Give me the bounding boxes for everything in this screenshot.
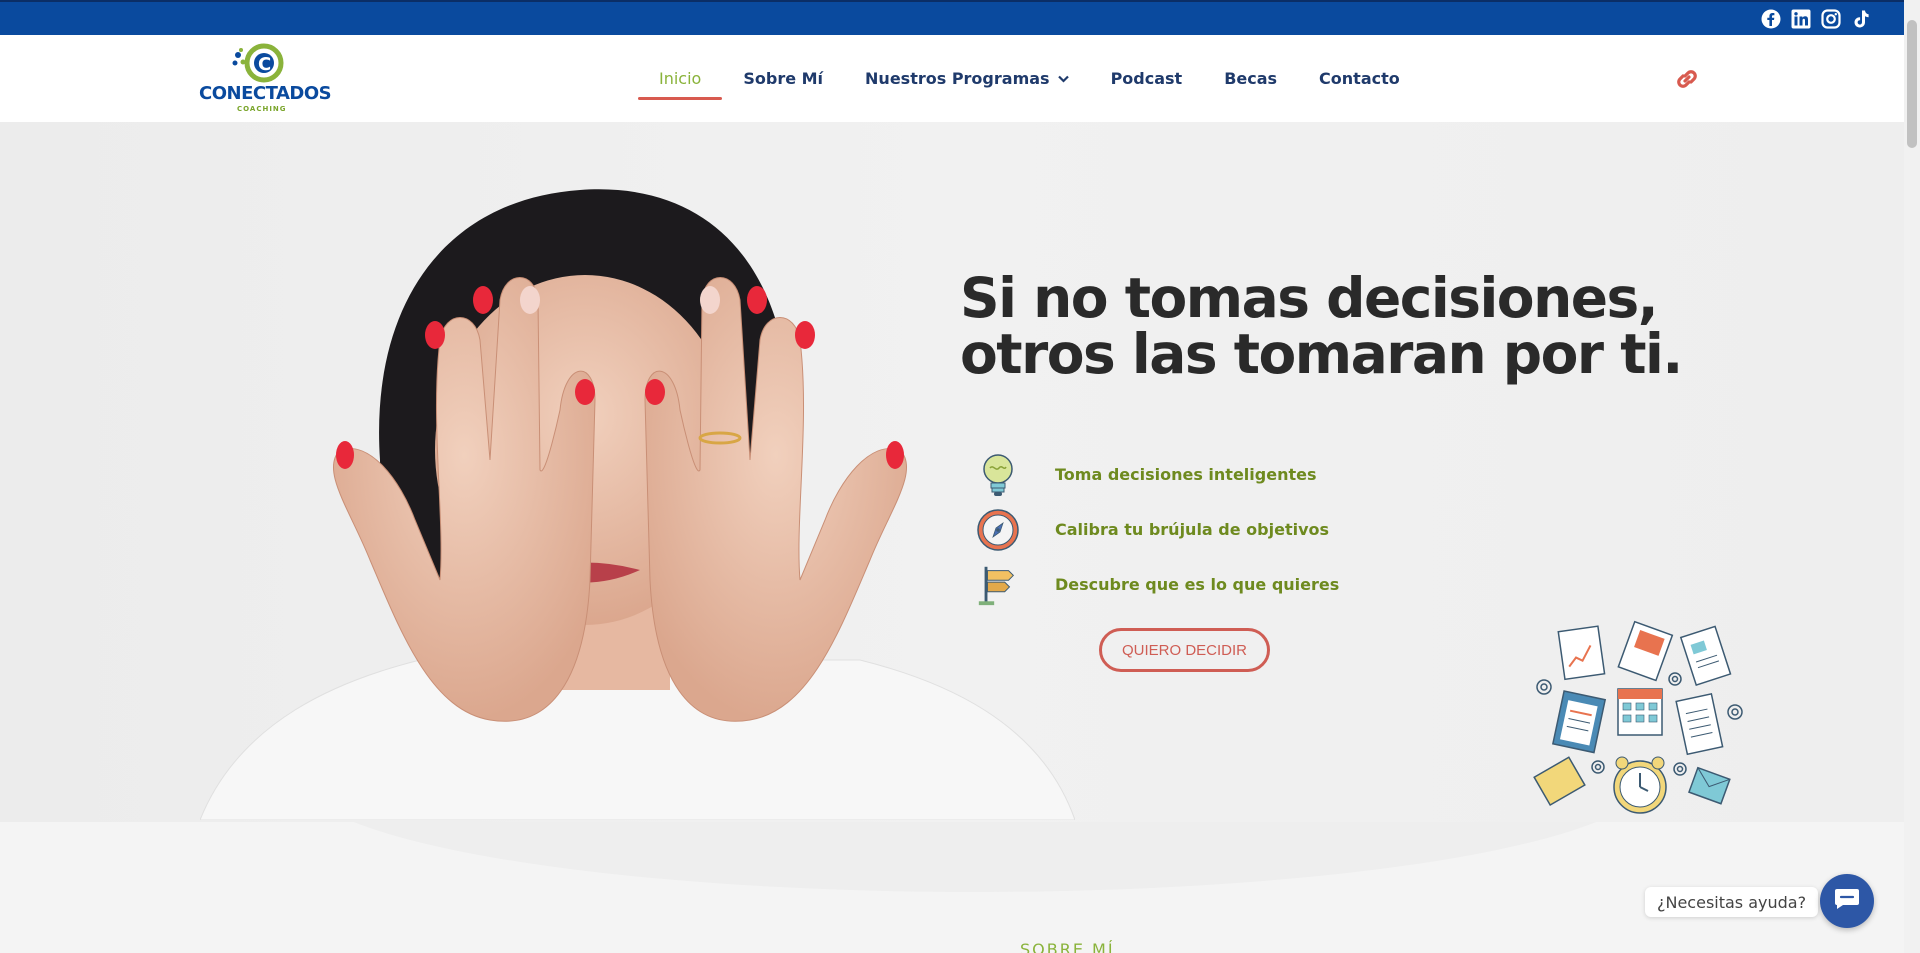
nav-item-becas[interactable]: Becas: [1203, 35, 1298, 122]
hero-headline: Si no tomas decisiones, otros las tomara…: [960, 270, 1720, 382]
chevron-down-icon: [1057, 75, 1069, 83]
sobre-mi-section: SOBRE MÍ: [0, 822, 1904, 953]
logo-title: CONECTADOS: [199, 83, 332, 104]
feature-item: Descubre que es lo que quieres: [975, 557, 1339, 612]
logo[interactable]: C CONECTADOS COACHING: [197, 43, 332, 115]
productivity-illustration: [1533, 620, 1743, 814]
quiero-decidir-button[interactable]: QUIERO DECIDIR: [1099, 628, 1270, 672]
nav-item-label: Inicio: [659, 69, 702, 88]
logo-subtitle: COACHING: [237, 105, 287, 113]
chat-help-bubble[interactable]: ¿Necesitas ayuda?: [1645, 887, 1819, 917]
compass-icon: [975, 507, 1021, 553]
svg-text:C: C: [258, 54, 271, 75]
nav-item-label: Nuestros Programas: [865, 69, 1050, 88]
nav-item-label: Sobre Mí: [743, 69, 824, 88]
feature-item: Toma decisiones inteligentes: [975, 447, 1339, 502]
chat-button[interactable]: [1820, 874, 1874, 928]
main-nav: Inicio Sobre Mí Nuestros Programas Podca…: [638, 35, 1421, 122]
tiktok-icon[interactable]: [1850, 8, 1872, 30]
sobre-mi-heading: SOBRE MÍ: [1020, 940, 1115, 953]
logo-mark-icon: C: [232, 43, 284, 83]
scrollbar-thumb[interactable]: [1907, 20, 1917, 148]
hero-woman-image: [200, 189, 1075, 820]
top-social-bar: [0, 0, 1920, 35]
feature-list: Toma decisiones inteligentes Calibra tu …: [975, 447, 1339, 612]
link-icon[interactable]: [1672, 64, 1702, 94]
feature-text: Toma decisiones inteligentes: [1055, 465, 1317, 484]
lightbulb-icon: [975, 452, 1021, 498]
signpost-icon: [975, 562, 1021, 608]
feature-text: Calibra tu brújula de objetivos: [1055, 520, 1330, 539]
nav-item-inicio[interactable]: Inicio: [638, 35, 723, 122]
nav-item-podcast[interactable]: Podcast: [1090, 35, 1204, 122]
nav-item-contacto[interactable]: Contacto: [1298, 35, 1421, 122]
linkedin-icon[interactable]: [1790, 8, 1812, 30]
instagram-icon[interactable]: [1820, 8, 1842, 30]
social-links: [1760, 8, 1872, 30]
nav-item-label: Podcast: [1110, 69, 1183, 88]
feature-item: Calibra tu brújula de objetivos: [975, 502, 1339, 557]
feature-text: Descubre que es lo que quieres: [1055, 575, 1340, 594]
headline-line-2: otros las tomaran por ti.: [960, 322, 1683, 386]
nav-item-label: Becas: [1224, 69, 1278, 88]
facebook-icon[interactable]: [1760, 8, 1782, 30]
chat-icon: [1834, 888, 1860, 915]
nav-item-sobre-mi[interactable]: Sobre Mí: [722, 35, 844, 122]
headline-line-1: Si no tomas decisiones,: [960, 266, 1659, 330]
page-scrollbar[interactable]: [1904, 0, 1920, 953]
decorative-curve: [300, 822, 1650, 892]
hero-section: Si no tomas decisiones, otros las tomara…: [0, 122, 1904, 822]
site-header: C CONECTADOS COACHING Inicio Sobre Mí Nu…: [0, 35, 1904, 122]
nav-item-nuestros-programas[interactable]: Nuestros Programas: [844, 35, 1090, 122]
nav-item-label: Contacto: [1319, 69, 1400, 88]
